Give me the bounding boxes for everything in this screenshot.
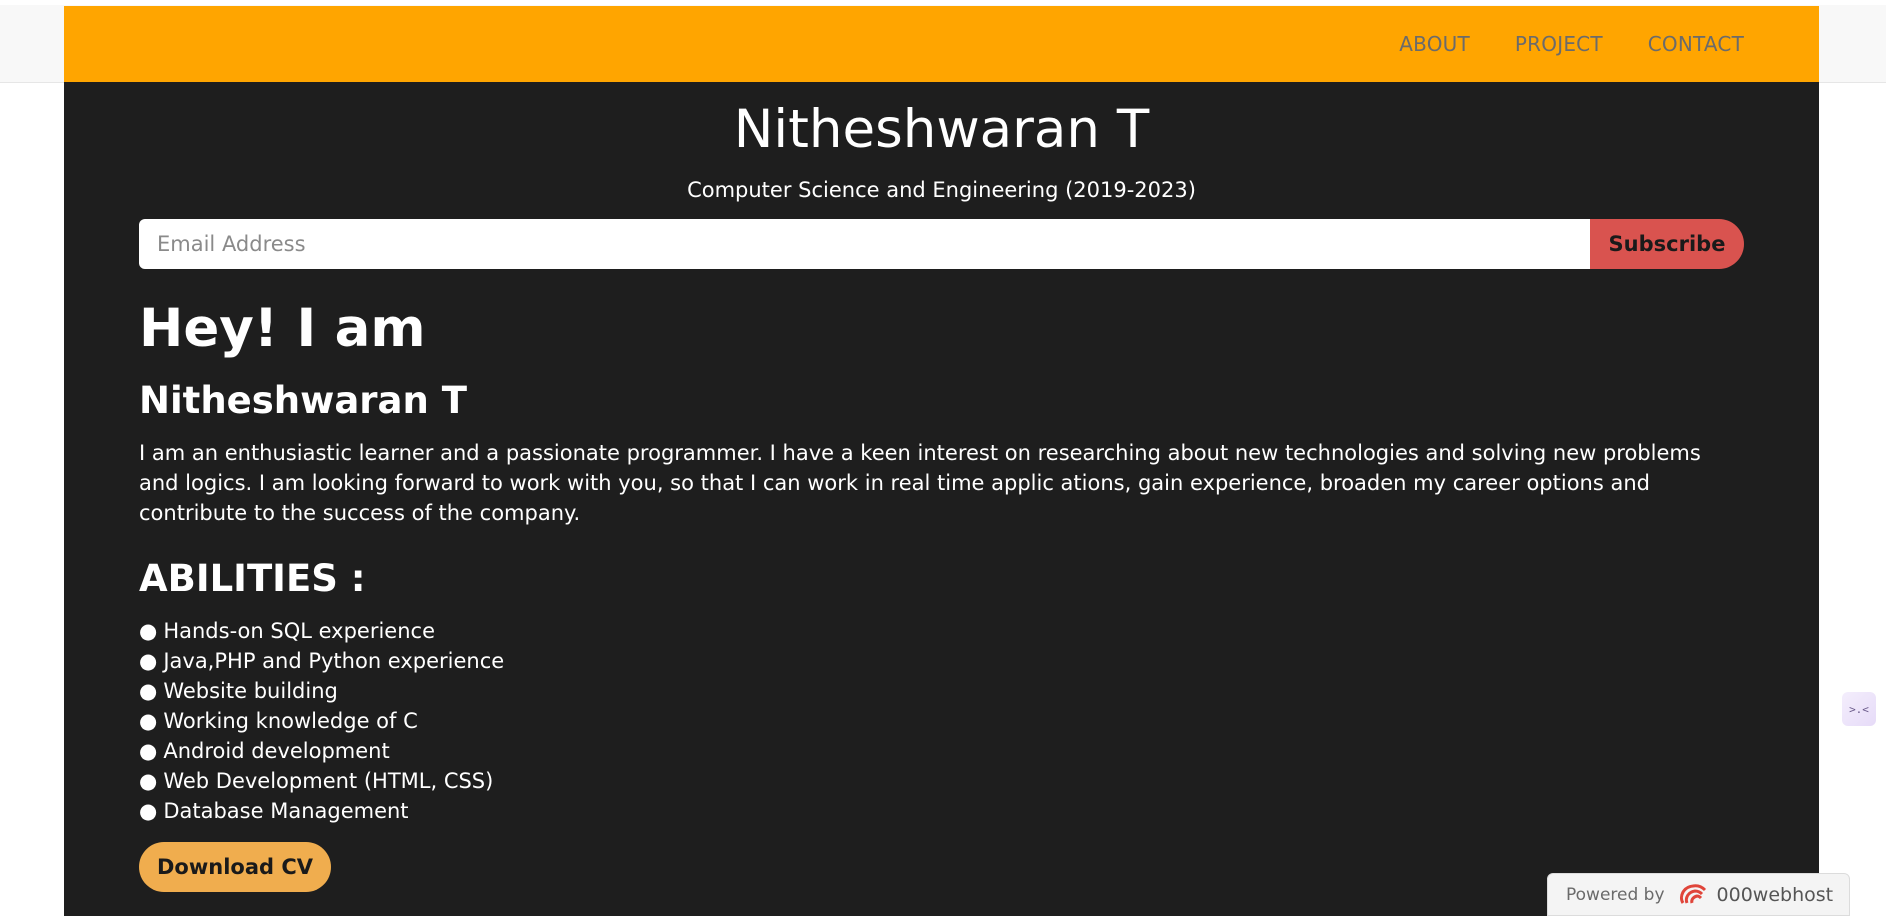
list-item: ● Java,PHP and Python experience xyxy=(139,646,1744,676)
nav-links: ABOUT PROJECT CONTACT xyxy=(1399,6,1744,82)
list-item: ● Web Development (HTML, CSS) xyxy=(139,766,1744,796)
bullet-icon: ● xyxy=(139,799,158,823)
bullet-icon: ● xyxy=(139,679,158,703)
name-heading: Nitheshwaran T xyxy=(139,379,467,422)
bullet-icon: ● xyxy=(139,619,158,643)
download-cv-button[interactable]: Download CV xyxy=(139,842,332,892)
greeting-heading: Hey! I am xyxy=(139,298,426,359)
ability-label: Working knowledge of C xyxy=(163,709,418,733)
bullet-icon: ● xyxy=(139,739,158,763)
bullet-icon: ● xyxy=(139,769,158,793)
ability-label: Hands-on SQL experience xyxy=(163,619,435,643)
ability-label: Android development xyxy=(163,739,390,763)
widget-glyph: >.< xyxy=(1849,702,1869,716)
bullet-icon: ● xyxy=(139,649,158,673)
ability-label: Website building xyxy=(163,679,338,703)
ability-label: Web Development (HTML, CSS) xyxy=(163,769,494,793)
page-subtitle: Computer Science and Engineering (2019-2… xyxy=(687,178,1196,202)
powered-by-brand: 000webhost xyxy=(1716,883,1834,906)
ability-label: Database Management xyxy=(163,799,409,823)
about-section: Hey! I am Nitheshwaran T I am an enthusi… xyxy=(139,296,1744,892)
abilities-list: ● Hands-on SQL experience ● Java,PHP and P… xyxy=(139,616,1744,826)
main-container: ABOUT PROJECT CONTACT Nitheshwaran T Com… xyxy=(64,6,1819,916)
bio-paragraph: I am an enthusiastic learner and a passi… xyxy=(139,441,1701,525)
powered-by-badge[interactable]: Powered by 000webhost xyxy=(1547,873,1850,916)
bullet-icon: ● xyxy=(139,709,158,733)
navbar: ABOUT PROJECT CONTACT xyxy=(64,6,1819,82)
webhost-logo-icon xyxy=(1677,881,1711,909)
nav-link-project[interactable]: PROJECT xyxy=(1515,32,1603,56)
ability-label: Java,PHP and Python experience xyxy=(163,649,505,673)
list-item: ● Working knowledge of C xyxy=(139,706,1744,736)
subscribe-button[interactable]: Subscribe xyxy=(1590,219,1744,269)
list-item: ● Android development xyxy=(139,736,1744,766)
email-field[interactable] xyxy=(139,219,1590,269)
list-item: ● Hands-on SQL experience xyxy=(139,616,1744,646)
page-title: Nitheshwaran T xyxy=(733,99,1150,160)
nav-link-about[interactable]: ABOUT xyxy=(1399,32,1470,56)
subscribe-form: Subscribe xyxy=(139,219,1744,269)
list-item: ● Website building xyxy=(139,676,1744,706)
list-item: ● Database Management xyxy=(139,796,1744,826)
powered-by-label: Powered by xyxy=(1566,884,1665,905)
nav-link-contact[interactable]: CONTACT xyxy=(1648,32,1744,56)
abilities-heading: ABILITIES : xyxy=(139,557,366,600)
chat-widget-icon[interactable]: >.< xyxy=(1842,692,1876,726)
